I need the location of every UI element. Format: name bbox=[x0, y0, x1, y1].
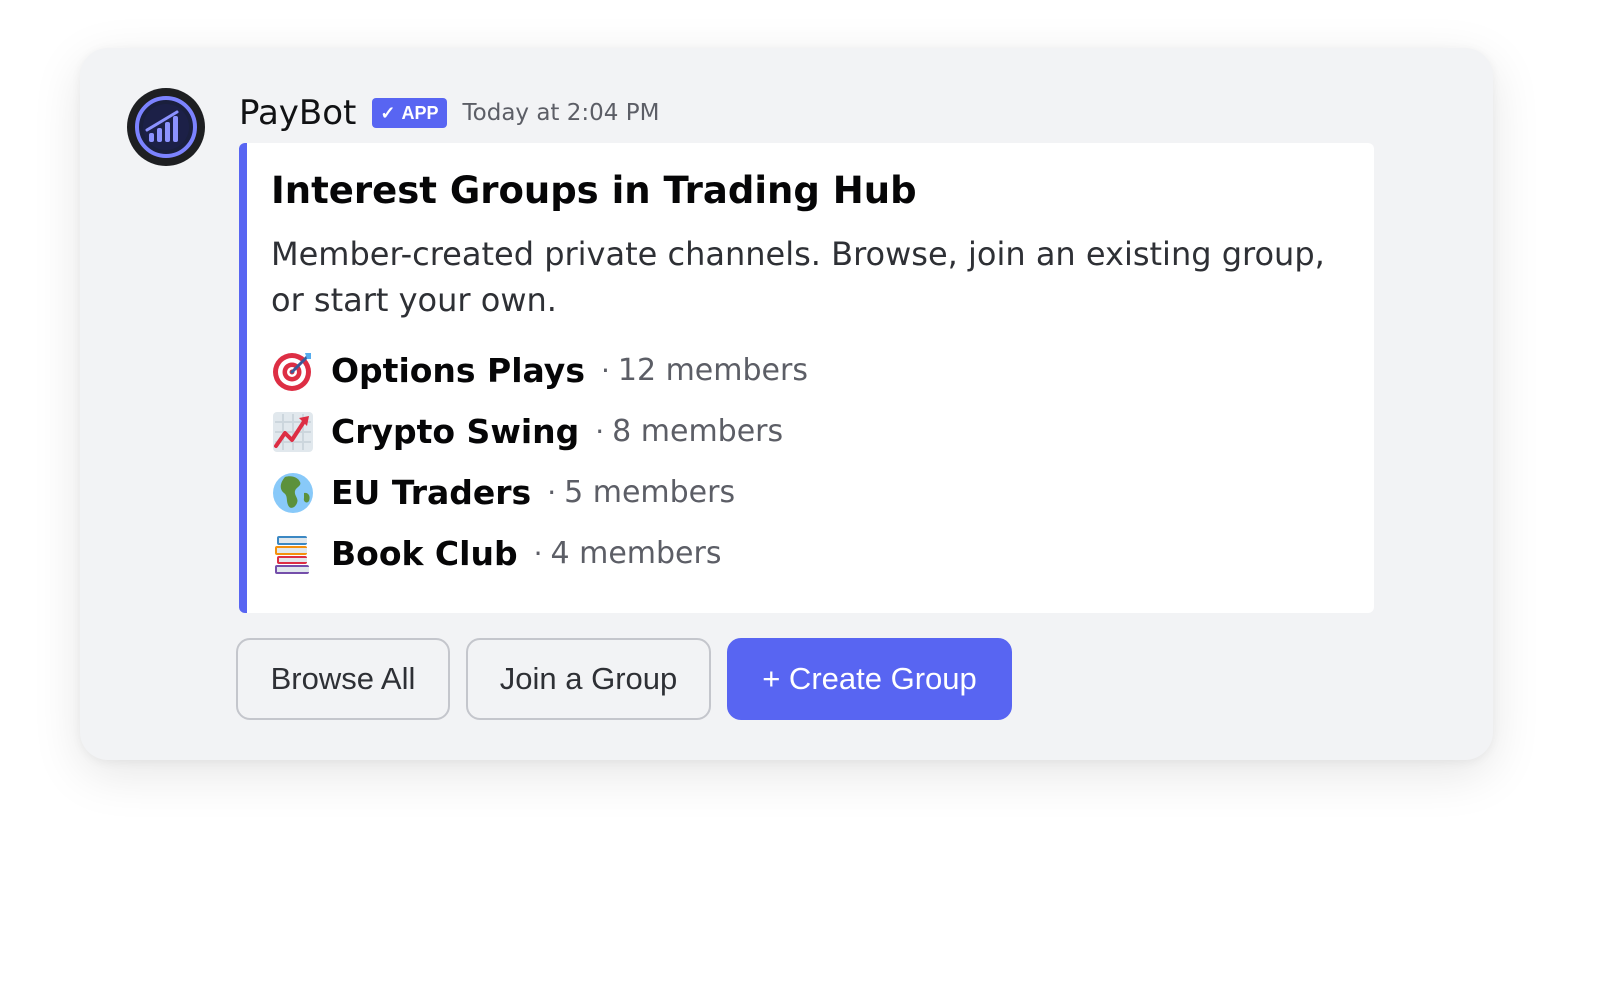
group-item: Crypto Swing · 8 members bbox=[271, 401, 808, 462]
message-header: PayBot ✓ APP Today at 2:04 PM bbox=[239, 88, 659, 138]
group-name[interactable]: Book Club bbox=[331, 534, 518, 573]
action-row: Browse All Join a Group + Create Group bbox=[236, 638, 1012, 720]
bot-avatar[interactable] bbox=[127, 88, 205, 166]
group-name[interactable]: Crypto Swing bbox=[331, 412, 579, 451]
bot-name[interactable]: PayBot bbox=[239, 93, 356, 133]
chart-increasing-icon bbox=[271, 410, 315, 454]
group-list: Options Plays · 12 members Crypto Swing … bbox=[271, 340, 808, 584]
group-item: Book Club · 4 members bbox=[271, 523, 808, 584]
message-timestamp: Today at 2:04 PM bbox=[462, 100, 660, 126]
embed-description: Member-created private channels. Browse,… bbox=[271, 235, 1325, 319]
group-separator: · bbox=[595, 415, 605, 448]
embed: Interest Groups in Trading Hub Member-cr… bbox=[239, 143, 1374, 613]
bar-chart-icon bbox=[135, 96, 197, 158]
group-separator: · bbox=[533, 537, 543, 570]
verified-check-icon: ✓ bbox=[380, 102, 396, 123]
browse-all-button[interactable]: Browse All bbox=[236, 638, 450, 720]
group-member-count: 5 members bbox=[564, 475, 736, 510]
globe-icon bbox=[271, 471, 315, 515]
books-icon bbox=[271, 532, 315, 576]
target-icon bbox=[271, 349, 315, 393]
embed-title: Interest Groups in Trading Hub bbox=[271, 169, 917, 212]
app-badge: ✓ APP bbox=[372, 98, 447, 128]
group-separator: · bbox=[600, 354, 610, 387]
embed-accent-bar bbox=[239, 143, 247, 613]
group-member-count: 12 members bbox=[617, 353, 808, 388]
create-group-button[interactable]: + Create Group bbox=[727, 638, 1012, 720]
app-badge-label: APP bbox=[401, 102, 439, 123]
group-member-count: 8 members bbox=[612, 414, 784, 449]
group-name[interactable]: Options Plays bbox=[331, 351, 585, 390]
group-member-count: 4 members bbox=[550, 536, 722, 571]
group-item: Options Plays · 12 members bbox=[271, 340, 808, 401]
join-group-button[interactable]: Join a Group bbox=[466, 638, 711, 720]
group-name[interactable]: EU Traders bbox=[331, 473, 531, 512]
group-item: EU Traders · 5 members bbox=[271, 462, 808, 523]
group-separator: · bbox=[547, 476, 557, 509]
